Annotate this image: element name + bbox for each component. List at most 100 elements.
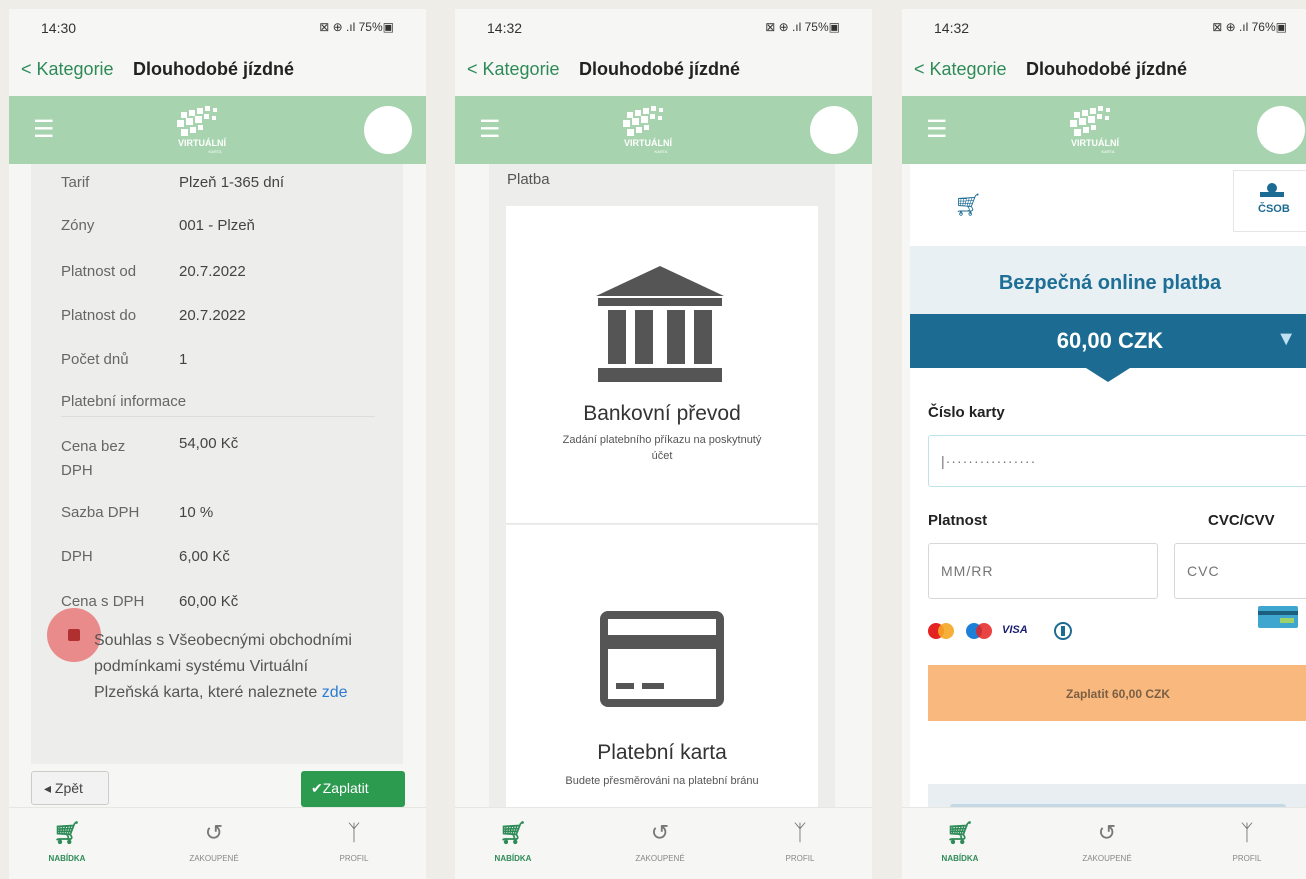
status-bar: 14:32 ⊠ ⊕ .ıl 76%▣ [902,9,1306,45]
avatar[interactable] [810,106,858,154]
detail-label: Platnost od [61,263,137,280]
nav-label: PROFIL [339,854,369,863]
avatar[interactable] [364,106,412,154]
detail-value: Plzeň 1-365 dní [179,174,285,191]
hamburger-menu-icon[interactable]: ☰ [33,118,55,142]
nav-label: NABÍDKA [494,854,532,863]
detail-label: Počet dnů [61,351,129,368]
bottom-navigation: 🛒︎ NABÍDKA ↺ ZAKOUPENÉ ᛉ PROFIL [902,807,1306,879]
nav-offer[interactable]: 🛒︎ NABÍDKA [22,820,112,863]
section-divider [61,416,375,417]
terms-checkbox[interactable] [68,629,80,641]
nav-offer[interactable]: 🛒︎ NABÍDKA [915,820,1005,863]
card-payment-title: Platební karta [597,741,727,764]
person-icon: ᛉ [793,820,807,845]
payment-amount[interactable]: 60,00 CZK ▼ [910,314,1306,368]
payment-value: 6,00 Kč [179,548,230,565]
nav-profile[interactable]: ᛉ PROFIL [1202,820,1292,863]
history-icon: ↺ [204,820,224,845]
nav-offer[interactable]: 🛒︎ NABÍDKA [468,820,558,863]
detail-label: Zóny [61,217,95,234]
avatar[interactable] [1257,106,1305,154]
logo-subtext: KARTA [209,149,222,154]
nav-label: NABÍDKA [48,854,86,863]
app-header: ☰ VIRTUÁLNÍ KARTA [455,96,872,164]
virtualni-karta-logo: VIRTUÁLNÍ KARTA [177,106,226,154]
cvc-card-hint-icon [1258,606,1298,628]
bottom-navigation: 🛒︎ NABÍDKA ↺ ZAKOUPENÉ ᛉ PROFIL [455,807,872,879]
card-number-input[interactable] [928,435,1306,487]
card-brands: VISA [926,619,1126,643]
phone-screen-order-summary: 14:30 ⊠ ⊕ .ıl 75%▣ < Kategorie Dlouhodob… [9,9,426,879]
payment-value: 10 % [179,504,214,521]
cart-icon: 🛒︎ [946,820,974,845]
status-indicators: ⊠ ⊕ .ıl 75%▣ [319,20,394,34]
nav-profile[interactable]: ᛉ PROFIL [755,820,845,863]
hamburger-menu-icon[interactable]: ☰ [926,118,948,142]
detail-value: 20.7.2022 [179,307,246,324]
pay-gateway-button[interactable]: Zaplatit 60,00 CZK [928,665,1306,721]
diners-club-icon [1054,622,1072,640]
app-header: ☰ VIRTUÁLNÍ KARTA [9,96,426,164]
nav-purchased[interactable]: ↺ ZAKOUPENÉ [615,820,705,863]
status-time: 14:32 [934,20,970,36]
back-to-categories-link[interactable]: < Kategorie [21,59,114,80]
title-bar: < Kategorie Dlouhodobé jízdné [455,49,872,95]
title-bar: < Kategorie Dlouhodobé jízdné [9,49,426,95]
bottom-navigation: 🛒︎ NABÍDKA ↺ ZAKOUPENÉ ᛉ PROFIL [9,807,426,879]
credit-card-icon [600,611,724,707]
payment-value: 60,00 Kč [179,593,239,610]
terms-agreement: Souhlas s Všeobecnými obchodními podmínk… [94,628,364,706]
card-number-label: Číslo karty [928,404,1005,421]
back-button[interactable]: ◂ Zpět [31,771,109,805]
nav-purchased[interactable]: ↺ ZAKOUPENÉ [1062,820,1152,863]
bank-icon [596,266,724,382]
maestro-icon [966,623,992,639]
terms-text: Souhlas s Všeobecnými obchodními podmínk… [94,632,352,701]
expiry-label: Platnost [928,512,988,529]
logo-text: VIRTUÁLNÍ [624,138,672,148]
detail-value: 001 - Plzeň [179,217,255,234]
back-to-categories-link[interactable]: < Kategorie [914,59,1007,80]
phone-screen-payment-method: 14:32 ⊠ ⊕ .ıl 75%▣ < Kategorie Dlouhodob… [455,9,872,879]
history-icon: ↺ [1097,820,1117,845]
nav-purchased[interactable]: ↺ ZAKOUPENÉ [169,820,259,863]
payment-value: 54,00 Kč [179,435,239,452]
nav-label: ZAKOUPENÉ [1082,854,1132,863]
payment-gateway: 🛒︎ ČSOB Bezpečná online platba 60,00 CZK… [910,164,1306,826]
virtualni-karta-logo: VIRTUÁLNÍ KARTA [623,106,672,154]
status-bar: 14:30 ⊠ ⊕ .ıl 75%▣ [9,9,426,45]
page-title: Dlouhodobé jízdné [579,59,740,79]
person-icon: ᛉ [1240,820,1254,845]
logo-text: VIRTUÁLNÍ [178,138,226,148]
card-payment-subtitle: Budete přesměrováni na platební bránu [565,775,759,787]
nav-label: PROFIL [785,854,815,863]
csob-logo-icon [1260,183,1284,197]
expand-triangle-icon[interactable]: ▼ [1276,328,1296,351]
detail-label: Tarif [61,174,90,191]
status-time: 14:30 [41,20,77,36]
cart-icon: 🛒︎ [954,192,982,217]
hamburger-menu-icon[interactable]: ☰ [479,118,501,142]
bank-logo-text: ČSOB [1258,203,1290,215]
card-payment-option[interactable]: Platební karta Budete přesměrováni na pl… [506,525,818,815]
cvc-label: CVC/CVV [1208,512,1275,529]
cvc-input[interactable] [1174,543,1306,599]
history-icon: ↺ [650,820,670,845]
pay-button[interactable]: ✔Zaplatit [301,771,405,807]
nav-label: ZAKOUPENÉ [635,854,685,863]
status-indicators: ⊠ ⊕ .ıl 75%▣ [765,20,840,34]
status-time: 14:32 [487,20,523,36]
payment-label: Cena bez DPH [61,438,126,479]
payment-label: Sazba DPH [61,504,140,521]
terms-checkbox-ripple[interactable] [47,608,101,662]
expiry-input[interactable] [928,543,1158,599]
bank-transfer-option[interactable]: Bankovní převod Zadání platebního příkaz… [506,206,818,524]
bank-transfer-subtitle: Zadání platebního příkazu na poskytnutý … [562,434,762,462]
back-to-categories-link[interactable]: < Kategorie [467,59,560,80]
nav-profile[interactable]: ᛉ PROFIL [309,820,399,863]
logo-subtext: KARTA [655,149,668,154]
terms-link[interactable]: zde [322,684,348,701]
page-title: Dlouhodobé jízdné [1026,59,1187,79]
bank-logo: ČSOB [1233,170,1306,232]
